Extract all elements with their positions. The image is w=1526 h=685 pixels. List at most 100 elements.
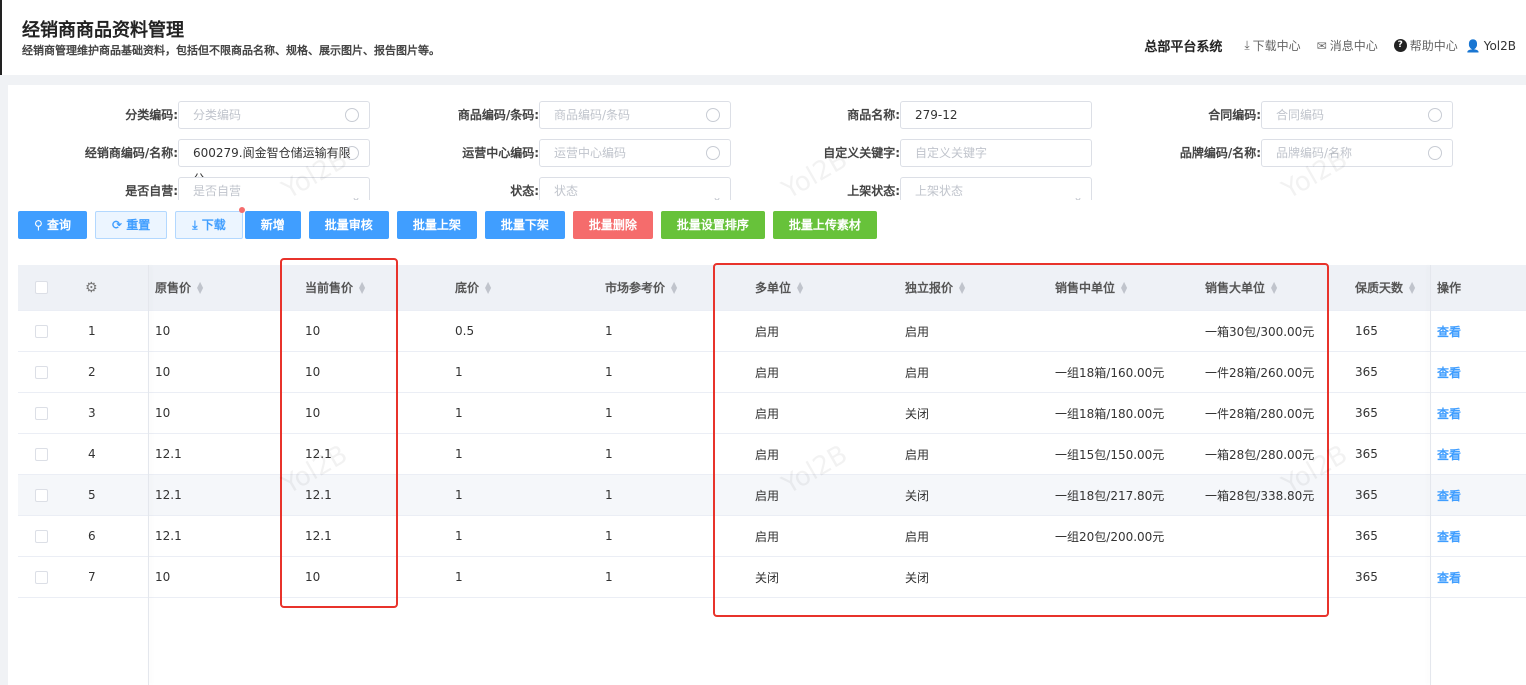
column-header[interactable]: 底价 ▲ ▼	[448, 265, 493, 310]
header-select-all[interactable]	[18, 265, 48, 310]
search-icon	[706, 146, 720, 160]
filter-input[interactable]: 是否自营 ⌄	[178, 177, 370, 200]
row-select[interactable]	[18, 557, 48, 597]
column-header[interactable]: 保质天数 ▲ ▼	[1348, 265, 1417, 310]
download-icon: ⤓	[1244, 38, 1250, 52]
row-select[interactable]	[18, 475, 48, 515]
row-checkbox[interactable]	[35, 406, 48, 420]
filter-label: 品牌编码/名称:	[1179, 146, 1261, 160]
add-button[interactable]: 新增	[244, 211, 301, 239]
row-checkbox[interactable]	[35, 529, 48, 543]
filter-input[interactable]: 运营中心编码	[539, 139, 731, 167]
query-button[interactable]: ⚲ 查询	[18, 211, 87, 239]
filter-label: 运营中心编码:	[462, 146, 539, 160]
view-link[interactable]: 查看	[1430, 311, 1461, 351]
view-link[interactable]: 查看	[1430, 516, 1461, 556]
row-checkbox[interactable]	[35, 488, 48, 502]
message-center-label: 消息中心	[1329, 39, 1378, 53]
query-label: 查询	[46, 218, 71, 232]
view-link[interactable]: 查看	[1430, 352, 1461, 392]
view-link[interactable]: 查看	[1430, 393, 1461, 433]
row-select[interactable]	[18, 434, 48, 474]
notification-dot	[238, 207, 245, 213]
row-checkbox[interactable]	[35, 365, 48, 379]
batch-delete-button[interactable]: 批量删除	[572, 211, 653, 239]
row-checkbox[interactable]	[35, 324, 48, 338]
column-header[interactable]: 原售价 ▲ ▼	[148, 265, 205, 310]
search-icon	[1428, 108, 1442, 122]
system-name: 总部平台系统	[1144, 40, 1223, 55]
user-menu[interactable]: 👤 Yol2B	[1466, 39, 1516, 53]
batch-upload-button[interactable]: 批量上传素材	[772, 211, 877, 239]
row-index: 1	[88, 324, 96, 338]
row-checkbox[interactable]	[35, 570, 48, 584]
table-cell: 365	[1355, 488, 1378, 502]
table-cell: 1	[455, 488, 463, 502]
help-center-link[interactable]: ? 帮助中心	[1393, 37, 1458, 54]
table-cell: 365	[1355, 365, 1378, 379]
reset-button[interactable]: ⟳ 重置	[95, 211, 168, 239]
column-title: 市场参考价	[605, 281, 666, 295]
filter-input[interactable]: 自定义关键字	[900, 139, 1092, 167]
filter-label: 分类编码:	[125, 108, 178, 122]
sort-icon[interactable]: ▲ ▼	[671, 280, 679, 294]
refresh-icon: ⟳	[112, 218, 123, 232]
download-center-link[interactable]: ⤓ 下载中心	[1244, 37, 1300, 54]
table-cell: 12.1	[155, 529, 182, 543]
filter-input[interactable]: 上架状态 ⌄	[900, 177, 1092, 200]
row-select[interactable]	[18, 311, 48, 351]
row-index: 3	[88, 406, 96, 420]
filter-input[interactable]: 状态 ⌄	[539, 177, 731, 200]
filter-label: 商品名称:	[847, 108, 900, 122]
filter-form: 分类编码: 分类编码 商品编码/条码: 商品编码/条码 商品名称: 279-12 合同编码:…	[8, 85, 1526, 200]
row-select[interactable]	[18, 516, 48, 556]
mail-icon: ✉	[1316, 38, 1327, 53]
view-link[interactable]: 查看	[1430, 475, 1461, 515]
batch-off-shelf-button[interactable]: 批量下架	[484, 211, 565, 239]
highlight-box-current-price	[280, 258, 398, 608]
select-all-checkbox[interactable]	[35, 281, 48, 294]
search-icon	[1428, 146, 1442, 160]
table-cell: 365	[1355, 570, 1378, 584]
batch-on-shelf-button[interactable]: 批量上架	[396, 211, 477, 239]
filter-input[interactable]: 商品编码/条码	[539, 101, 731, 129]
sort-icon[interactable]: ▲ ▼	[1409, 280, 1417, 294]
filter-placeholder: 自定义关键字	[915, 146, 988, 160]
table-cell: 1	[455, 365, 463, 379]
filter-label: 自定义关键字:	[823, 146, 900, 160]
filter-placeholder: 上架状态	[915, 184, 964, 198]
row-select[interactable]	[18, 393, 48, 433]
column-header[interactable]: 市场参考价 ▲ ▼	[598, 265, 679, 310]
row-checkbox[interactable]	[35, 447, 48, 461]
table-cell: 10	[155, 406, 171, 420]
search-icon	[345, 108, 359, 122]
filter-input[interactable]: 分类编码	[178, 101, 370, 129]
table-cell: 1	[605, 488, 613, 502]
column-title: 底价	[455, 281, 480, 295]
download-button[interactable]: ⤓ 下载	[175, 207, 245, 239]
sort-icon[interactable]: ▲ ▼	[197, 280, 205, 294]
filter-placeholder: 是否自营	[193, 184, 242, 198]
page-title: 经销商商品资料管理	[22, 20, 184, 41]
chevron-down-icon: ⌄	[711, 190, 722, 200]
toolbar: ⚲ 查询 ⟳ 重置 ⤓ 下载 新增 批量审核 批量上架 批量下架 批量删除 批量…	[18, 207, 877, 239]
view-link[interactable]: 查看	[1430, 434, 1461, 474]
batch-sort-button[interactable]: 批量设置排序	[660, 211, 765, 239]
user-name: Yol2B	[1483, 38, 1516, 53]
filter-input[interactable]: 合同编码	[1261, 101, 1453, 129]
message-center-link[interactable]: ✉ 消息中心	[1317, 37, 1378, 54]
filter-placeholder: 商品编码/条码	[554, 108, 631, 122]
table-cell: 1	[605, 529, 613, 543]
row-select[interactable]	[18, 352, 48, 392]
filter-label: 是否自营:	[125, 184, 178, 198]
column-title: 操作	[1437, 281, 1462, 295]
filter-input[interactable]: 600279.阆金智仓储运输有限公	[178, 139, 370, 186]
gear-icon[interactable]: ⚙	[78, 265, 98, 310]
view-link[interactable]: 查看	[1430, 557, 1461, 597]
filter-input[interactable]: 279-12	[900, 101, 1092, 129]
sort-icon[interactable]: ▲ ▼	[485, 280, 493, 294]
batch-audit-button[interactable]: 批量审核	[308, 211, 389, 239]
help-center-label: 帮助中心	[1409, 39, 1458, 53]
help-icon: ?	[1393, 39, 1407, 52]
filter-input[interactable]: 品牌编码/名称	[1261, 139, 1453, 167]
